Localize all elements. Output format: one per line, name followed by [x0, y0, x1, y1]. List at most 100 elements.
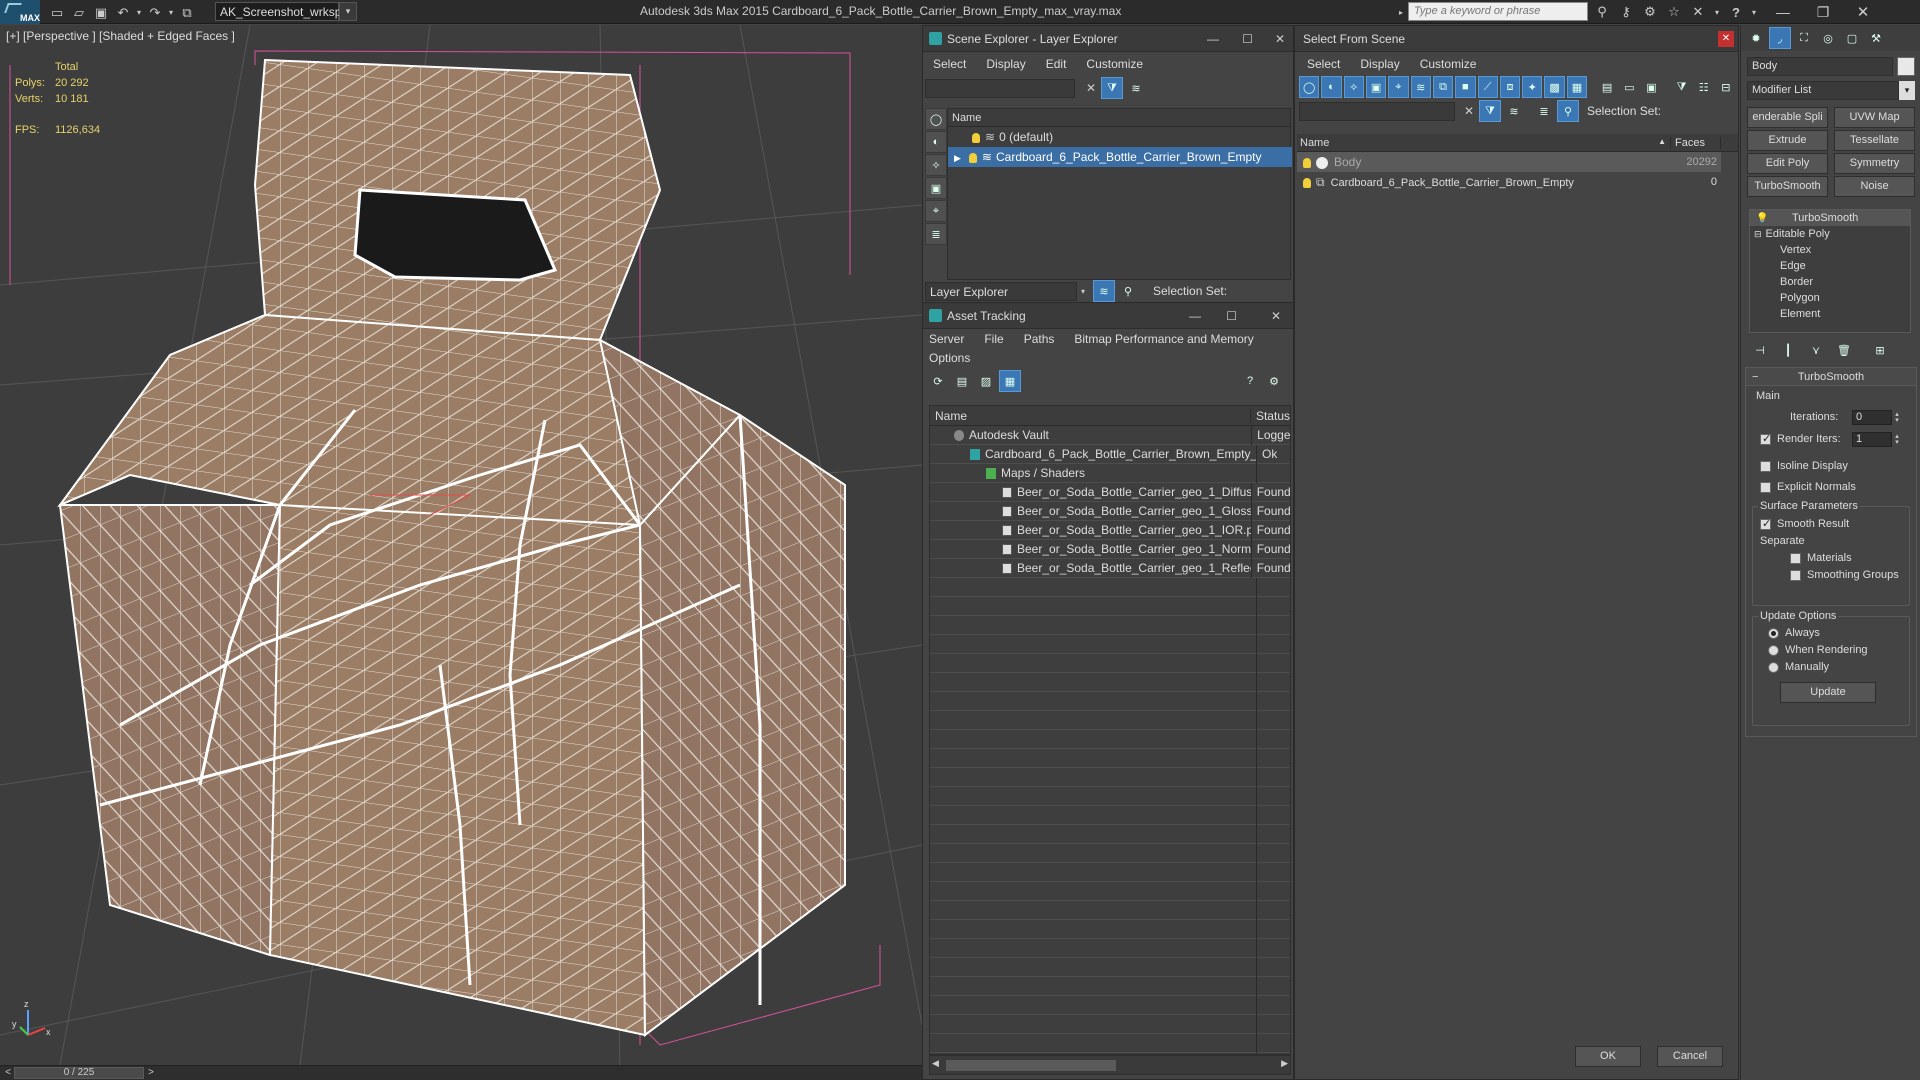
select-all-icon[interactable]: ▤	[1597, 76, 1617, 98]
menu-customize[interactable]: Customize	[1420, 57, 1477, 71]
clear-search-icon[interactable]: ✕	[1081, 81, 1101, 95]
menu-paths[interactable]: Paths	[1024, 332, 1055, 346]
new-file-icon[interactable]: ▭	[46, 2, 68, 24]
always-row[interactable]: Always	[1768, 627, 1820, 639]
create-tab-icon[interactable]: ✹	[1745, 27, 1767, 49]
stack-item-editable-poly[interactable]: ⊟ Editable Poly	[1750, 226, 1910, 242]
motion-tab-icon[interactable]: ◎	[1817, 27, 1839, 49]
filter-geometry-icon[interactable]: ◯	[1299, 76, 1320, 98]
layer-tree-header[interactable]: Name	[948, 109, 1290, 127]
project-folder-icon[interactable]: ⧉	[176, 2, 198, 24]
restore-icon[interactable]: ❐	[1804, 0, 1842, 24]
options-help-icon[interactable]: ⚙	[1263, 370, 1285, 392]
stack-sub-edge[interactable]: Edge	[1750, 258, 1910, 274]
help-icon[interactable]: ?	[1724, 0, 1748, 24]
hierarchy-icon[interactable]: ☷	[1694, 76, 1714, 98]
workspace-selector[interactable]: AK_Screenshot_wrksp	[215, 2, 341, 21]
close-icon[interactable]: ✕	[1275, 26, 1285, 52]
minimize-icon[interactable]: —	[1189, 303, 1201, 329]
open-file-icon[interactable]: ▱	[68, 2, 90, 24]
col-status-header[interactable]: Status	[1251, 409, 1290, 423]
menu-edit[interactable]: Edit	[1046, 57, 1067, 71]
asset-row[interactable]: Beer_or_Soda_Bottle_Carrier_geo_1_IOR.pn…	[930, 520, 1290, 540]
rollout-header[interactable]: − TurboSmooth	[1746, 368, 1916, 386]
col-name-header[interactable]: Name ▲	[1297, 136, 1671, 149]
materials-row[interactable]: Materials	[1790, 552, 1852, 564]
viewport-label[interactable]: [+] [Perspective ] [Shaded + Edged Faces…	[6, 29, 235, 43]
display-tab-icon[interactable]: ▢	[1841, 27, 1863, 49]
favorites-star-icon[interactable]: ☆	[1662, 0, 1686, 24]
search-input[interactable]: Type a keyword or phrase	[1408, 2, 1588, 21]
light-bulb-icon[interactable]	[1303, 157, 1311, 168]
filter-helpers-icon[interactable]: ⌖	[1388, 76, 1409, 98]
modifier-list-arrow-icon[interactable]: ▾	[1899, 81, 1915, 100]
undo-dropdown-icon[interactable]: ▾	[134, 2, 144, 24]
render-iters-spinner-arrows-icon[interactable]: ▴ ▾	[1892, 432, 1902, 447]
maximize-icon[interactable]: ☐	[1242, 26, 1253, 52]
object-color-swatch[interactable]	[1897, 57, 1915, 76]
symmetry-button[interactable]: Symmetry	[1834, 153, 1915, 174]
filter-icon[interactable]: ⧩	[1101, 77, 1123, 99]
modifier-on-icon[interactable]: 💡	[1756, 213, 1768, 224]
stack-sub-border[interactable]: Border	[1750, 274, 1910, 290]
light-bulb-icon[interactable]	[968, 152, 977, 163]
sync-icon[interactable]: ≋	[1503, 100, 1525, 122]
hierarchy-tab-icon[interactable]: ⛶	[1793, 27, 1815, 49]
layers-icon[interactable]: ≣	[1533, 100, 1555, 122]
smooth-result-checkbox[interactable]	[1760, 517, 1771, 530]
display-shapes-icon[interactable]: ◐	[925, 131, 947, 153]
find-case-icon[interactable]: ⧩	[1479, 100, 1501, 122]
materials-checkbox[interactable]	[1790, 552, 1801, 564]
asset-row[interactable]: Autodesk Vault Logge	[930, 425, 1290, 445]
filter-groups-icon[interactable]: ⧉	[1432, 76, 1454, 98]
filter-all-icon[interactable]: ▦	[1566, 76, 1588, 98]
asset-row[interactable]: Beer_or_Soda_Bottle_Carrier_geo_1_Glossi…	[930, 501, 1290, 521]
ok-button[interactable]: OK	[1575, 1046, 1641, 1067]
col-faces-header[interactable]: Faces	[1671, 136, 1721, 149]
smoothing-groups-row[interactable]: Smoothing Groups	[1790, 569, 1899, 581]
explorer-type-dropdown[interactable]: Layer Explorer	[925, 281, 1077, 301]
close-icon[interactable]: ✕	[1844, 0, 1882, 24]
menu-bitmap-performance[interactable]: Bitmap Performance and Memory	[1074, 332, 1253, 346]
noise-button[interactable]: Noise	[1834, 176, 1915, 197]
redo-dropdown-icon[interactable]: ▾	[166, 2, 176, 24]
layer-row-carrier[interactable]: ▶ ≋ Cardboard_6_Pack_Bottle_Carrier_Brown_…	[948, 147, 1292, 167]
filter-shapes-icon[interactable]: ◐	[1321, 76, 1342, 98]
asset-tracking-titlebar[interactable]: Asset Tracking — ☐ ✕	[923, 303, 1293, 329]
col-name-header[interactable]: Name	[930, 408, 1251, 423]
key-icon[interactable]: ⚷	[1614, 0, 1638, 24]
expand-arrow-icon[interactable]: ▶	[954, 153, 961, 163]
cancel-button[interactable]: Cancel	[1657, 1046, 1723, 1067]
pin-stack-icon[interactable]: ⊣	[1749, 339, 1771, 361]
filter-frozen-icon[interactable]: ✦	[1522, 76, 1543, 98]
scene-explorer-search-input[interactable]	[925, 78, 1075, 98]
edit-poly-button[interactable]: Edit Poly	[1747, 153, 1828, 174]
menu-server[interactable]: Server	[929, 332, 964, 346]
next-frame-button[interactable]: >	[144, 1066, 158, 1079]
stack-item-turbosmooth[interactable]: 💡 TurboSmooth	[1750, 210, 1910, 226]
always-radio[interactable]	[1768, 627, 1779, 639]
maximize-icon[interactable]: ☐	[1226, 303, 1237, 329]
asset-row[interactable]: Cardboard_6_Pack_Bottle_Carrier_Brown_Em…	[930, 444, 1290, 464]
show-end-result-icon[interactable]: ┃	[1777, 339, 1799, 361]
more-dropdown-icon[interactable]: ▾	[1710, 0, 1724, 24]
rollout-collapse-icon[interactable]: −	[1752, 368, 1758, 386]
layer-mode-icon[interactable]: ≋	[1093, 280, 1115, 302]
layer-row-default[interactable]: ≋ 0 (default)	[948, 127, 1290, 147]
minimize-icon[interactable]: —	[1207, 26, 1219, 52]
render-iters-row[interactable]: Render Iters:	[1760, 432, 1841, 445]
manually-radio[interactable]	[1768, 661, 1779, 673]
menu-options[interactable]: Options	[929, 351, 970, 365]
workspace-dropdown-icon[interactable]: ▾	[339, 2, 357, 21]
filter-lights-icon[interactable]: ✧	[1343, 76, 1364, 98]
help-icon[interactable]: ?	[1239, 370, 1261, 392]
asset-row[interactable]: Maps / Shaders	[930, 463, 1290, 483]
display-geometry-icon[interactable]: ◯	[925, 108, 947, 130]
clear-search-icon[interactable]: ✕	[1459, 104, 1479, 118]
isoline-display-checkbox[interactable]	[1760, 460, 1771, 472]
menu-select[interactable]: Select	[1307, 57, 1340, 71]
column-options-icon[interactable]: ⊟	[1716, 76, 1736, 98]
exchange-icon[interactable]: ✕	[1686, 0, 1710, 24]
light-bulb-icon[interactable]	[1303, 177, 1311, 188]
display-lights-icon[interactable]: ✧	[925, 154, 947, 176]
